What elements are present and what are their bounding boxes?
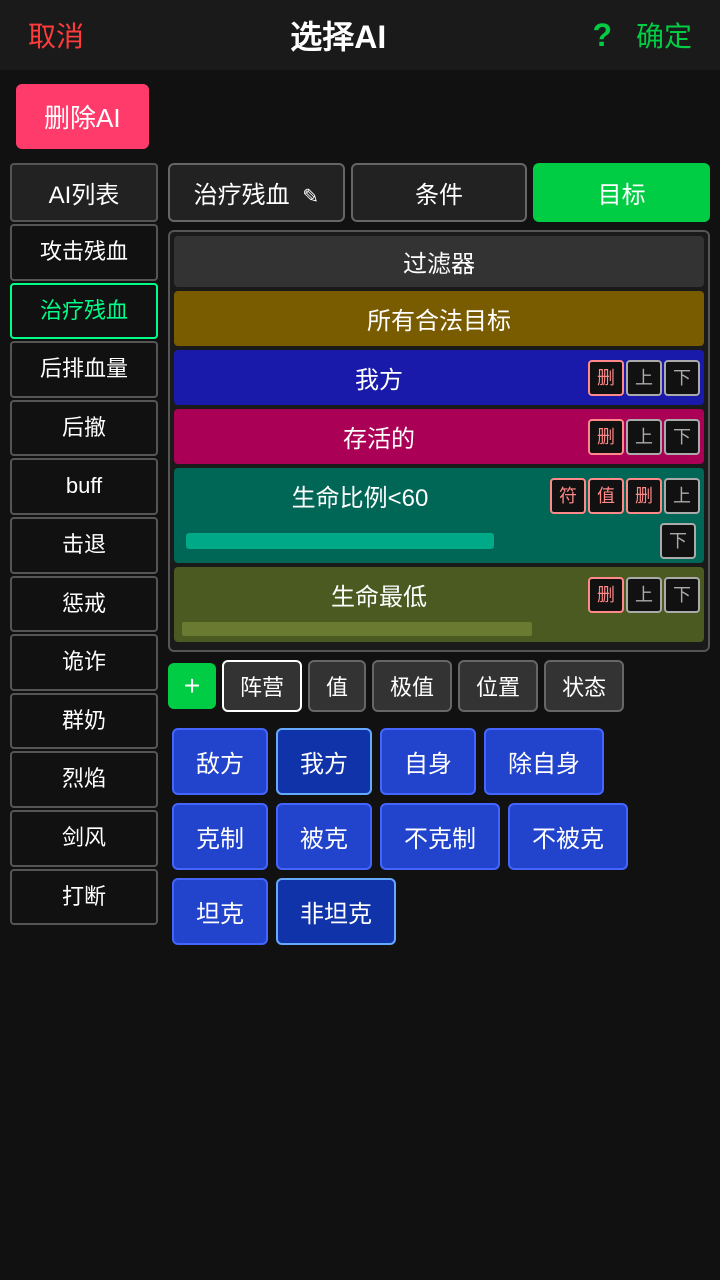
tab-target[interactable]: 目标 (533, 163, 710, 222)
filter-buttons-ally: 删 上 下 (584, 356, 704, 400)
option-countered[interactable]: 被克 (276, 803, 372, 870)
delete-ai-button[interactable]: 删除AI (16, 84, 149, 149)
up-ratio-btn[interactable]: 上 (664, 478, 700, 514)
tab-condition[interactable]: 条件 (351, 163, 528, 222)
sidebar: AI列表 攻击残血 治疗残血 后排血量 后撤 buff 击退 惩戒 诡诈 群奶 … (10, 163, 158, 953)
filter-buttons-alive: 删 上 下 (584, 415, 704, 459)
tab-status[interactable]: 状态 (544, 660, 624, 712)
sidebar-item-retreat[interactable]: 后撤 (10, 400, 158, 457)
tab-treatment[interactable]: 治疗残血 ✎ (168, 163, 345, 222)
filter-title: 过滤器 (174, 236, 704, 287)
add-filter-button[interactable]: + (168, 663, 216, 709)
filter-row-ally: 我方 删 上 下 (174, 350, 704, 405)
sidebar-item-backrow[interactable]: 后排血量 (10, 341, 158, 398)
bottom-tabs: + 阵营 值 极值 位置 状态 (168, 660, 710, 712)
down-ally-btn[interactable]: 下 (664, 360, 700, 396)
sidebar-item-flame[interactable]: 烈焰 (10, 751, 158, 808)
filter-row-life-ratio: 生命比例<60 符 值 删 上 下 (174, 468, 704, 563)
tab-value[interactable]: 值 (308, 660, 366, 712)
up-ally-btn[interactable]: 上 (626, 360, 662, 396)
right-panel: 治疗残血 ✎ 条件 目标 过滤器 所有合法目标 我方 删 上 下 (168, 163, 710, 953)
sidebar-header: AI列表 (10, 163, 158, 222)
delete-alive-btn[interactable]: 删 (588, 419, 624, 455)
filter-section: 过滤器 所有合法目标 我方 删 上 下 存活的 删 上 下 (168, 230, 710, 652)
option-no-countered[interactable]: 不被克 (508, 803, 628, 870)
page-title: 选择AI (290, 12, 386, 58)
tab-bar: 治疗残血 ✎ 条件 目标 (168, 163, 710, 222)
value-ratio-btn[interactable]: 值 (588, 478, 624, 514)
option-enemy[interactable]: 敌方 (172, 728, 268, 795)
main-layout: AI列表 攻击残血 治疗残血 后排血量 后撤 buff 击退 惩戒 诡诈 群奶 … (0, 163, 720, 953)
filter-label-alive: 存活的 (174, 409, 584, 464)
header-right: ? 确定 (592, 15, 692, 55)
option-tank[interactable]: 坦克 (172, 878, 268, 945)
down-ratio-btn[interactable]: 下 (660, 523, 696, 559)
filter-label-ratio: 生命比例<60 (174, 468, 546, 523)
symbol-ratio-btn[interactable]: 符 (550, 478, 586, 514)
header: 取消 选择AI ? 确定 (0, 0, 720, 70)
filter-row-life-lowest: 生命最低 删 上 下 (174, 567, 704, 642)
filter-label-lowest: 生命最低 (174, 567, 584, 622)
tab-camp[interactable]: 阵营 (222, 660, 302, 712)
tab-extreme[interactable]: 极值 (372, 660, 452, 712)
filter-label-ally: 我方 (174, 350, 584, 405)
option-ally[interactable]: 我方 (276, 728, 372, 795)
tab-position[interactable]: 位置 (458, 660, 538, 712)
life-lowest-bar-container (174, 622, 704, 642)
option-no-counter[interactable]: 不克制 (380, 803, 500, 870)
delete-ratio-btn[interactable]: 删 (626, 478, 662, 514)
down-alive-btn[interactable]: 下 (664, 419, 700, 455)
sidebar-item-groupheal[interactable]: 群奶 (10, 693, 158, 750)
life-ratio-bar (186, 533, 494, 549)
sidebar-item-trick[interactable]: 诡诈 (10, 634, 158, 691)
sidebar-item-punish[interactable]: 惩戒 (10, 576, 158, 633)
sidebar-item-heal[interactable]: 治疗残血 (10, 283, 158, 340)
delete-ai-bar: 删除AI (0, 70, 720, 149)
filter-buttons-ratio: 符 值 删 上 (546, 474, 704, 518)
sidebar-item-interrupt[interactable]: 打断 (10, 869, 158, 926)
down-lowest-btn[interactable]: 下 (664, 577, 700, 613)
option-self[interactable]: 自身 (380, 728, 476, 795)
option-nontank[interactable]: 非坦克 (276, 878, 396, 945)
option-counter[interactable]: 克制 (172, 803, 268, 870)
delete-ally-btn[interactable]: 删 (588, 360, 624, 396)
delete-lowest-btn[interactable]: 删 (588, 577, 624, 613)
sidebar-item-swordwind[interactable]: 剑风 (10, 810, 158, 867)
up-lowest-btn[interactable]: 上 (626, 577, 662, 613)
edit-icon: ✎ (302, 184, 319, 209)
help-button[interactable]: ? (592, 17, 612, 54)
option-except-self[interactable]: 除自身 (484, 728, 604, 795)
filter-row-alive: 存活的 删 上 下 (174, 409, 704, 464)
filter-row-all-targets: 所有合法目标 (174, 291, 704, 346)
sidebar-item-buff[interactable]: buff (10, 458, 158, 515)
cancel-button[interactable]: 取消 (28, 15, 84, 55)
sidebar-item-attack[interactable]: 攻击残血 (10, 224, 158, 281)
sidebar-item-knockback[interactable]: 击退 (10, 517, 158, 574)
options-grid: 敌方 我方 自身 除自身 克制 被克 不克制 不被克 坦克 非坦克 (168, 720, 710, 953)
life-lowest-bar (182, 622, 532, 636)
filter-label-all: 所有合法目标 (174, 291, 704, 346)
filter-buttons-lowest: 删 上 下 (584, 573, 704, 617)
confirm-button[interactable]: 确定 (636, 15, 692, 55)
up-alive-btn[interactable]: 上 (626, 419, 662, 455)
